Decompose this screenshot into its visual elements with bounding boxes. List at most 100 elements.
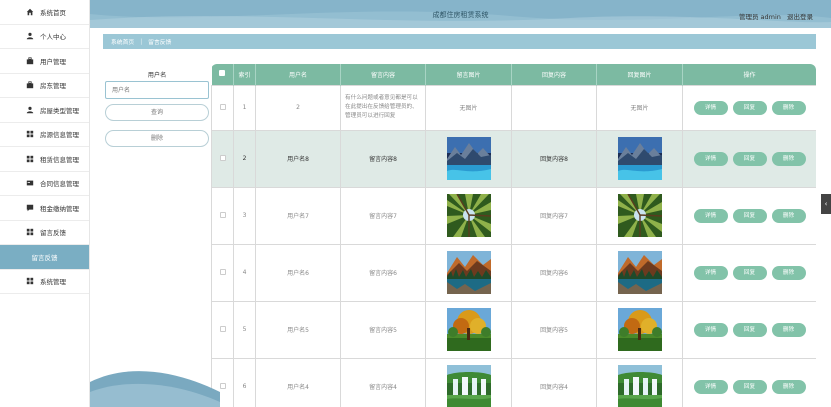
row-checkbox[interactable] — [219, 268, 226, 275]
row-checkbox[interactable] — [219, 382, 226, 389]
reply-button[interactable]: 回复 — [732, 100, 767, 115]
message-image[interactable] — [446, 137, 491, 180]
column-header: 索引 — [233, 64, 256, 85]
reply-button[interactable]: 回复 — [732, 151, 767, 166]
sidebar-item-3[interactable]: 房东管理 — [0, 74, 89, 98]
detail-button[interactable]: 详情 — [693, 265, 728, 280]
card-icon — [26, 179, 34, 187]
reply-button[interactable]: 回复 — [732, 208, 767, 223]
logout-link[interactable]: 退出登录 — [787, 13, 813, 21]
message-image-cell — [425, 300, 512, 359]
sidebar-item-8[interactable]: 租金缴纳管理 — [0, 196, 89, 221]
actions-cell: 详情 回复 删除 — [682, 243, 816, 302]
row-select-cell[interactable] — [211, 243, 234, 302]
reply-image[interactable] — [617, 308, 662, 351]
breadcrumb-current: 留言反馈 — [148, 40, 172, 46]
sidebar-item-11[interactable]: 系统管理 — [0, 270, 89, 294]
sidebar-item-6[interactable]: 租赁信息管理 — [0, 147, 89, 172]
sidebar-item-0[interactable]: 系统首页 — [0, 0, 89, 25]
sidebar-item-label: 系统管理 — [40, 278, 66, 287]
row-select-cell[interactable] — [211, 84, 234, 131]
sidebar-item-10[interactable]: 留言反馈 — [0, 245, 89, 270]
actions-cell: 详情 回复 删除 — [682, 357, 816, 407]
delete-button[interactable]: 删除 — [771, 379, 806, 394]
index-cell: 2 — [233, 129, 256, 188]
grid-icon — [26, 130, 34, 138]
user-icon — [26, 106, 34, 114]
app-title: 成都住房租赁系统 — [432, 11, 489, 19]
table-row[interactable]: 4 用户名6 留言内容6 回复内容6 详情 回复 删除 — [211, 243, 816, 302]
breadcrumb-separator: | — [140, 38, 143, 45]
username-search-input[interactable] — [105, 81, 209, 99]
search-button[interactable]: 查询 — [105, 104, 209, 121]
delete-button[interactable]: 删除 — [771, 151, 806, 166]
content-cell: 留言内容6 — [340, 243, 426, 302]
row-checkbox[interactable] — [219, 154, 226, 161]
table-row[interactable]: 5 用户名5 留言内容5 回复内容5 详情 回复 删除 — [211, 300, 816, 359]
message-image[interactable] — [446, 194, 491, 237]
row-checkbox[interactable] — [219, 103, 226, 110]
table-row[interactable]: 2 用户名8 留言内容8 回复内容8 详情 回复 删除 — [211, 129, 816, 188]
message-image[interactable] — [446, 308, 491, 351]
breadcrumb-home[interactable]: 系统首页 — [111, 37, 134, 46]
column-header: 回复内容 — [511, 64, 597, 85]
content-cell: 留言内容7 — [340, 186, 426, 245]
row-checkbox[interactable] — [219, 211, 226, 218]
delete-button[interactable]: 删除 — [771, 208, 806, 223]
detail-button[interactable]: 详情 — [693, 208, 728, 223]
row-checkbox[interactable] — [219, 325, 226, 332]
message-image[interactable] — [446, 365, 491, 407]
delete-button[interactable]: 删除 — [771, 265, 806, 280]
sidebar-item-1[interactable]: 个人中心 — [0, 25, 89, 49]
reply-image[interactable] — [617, 365, 662, 407]
sidebar-item-5[interactable]: 房源信息管理 — [0, 123, 89, 147]
batch-delete-button[interactable]: 删除 — [105, 130, 209, 147]
reply-button[interactable]: 回复 — [732, 379, 767, 394]
feedback-table: 索引 用户名 留言内容 留言图片 回复内容 回复图片 操作 1 2 有什么问题或者意见都是可以在… — [211, 64, 816, 407]
reply-image-cell — [596, 300, 683, 359]
sidebar-item-label: 留言反馈 — [31, 253, 58, 262]
sidebar-item-9[interactable]: 留言反馈 — [0, 221, 89, 245]
actions-cell: 详情 回复 删除 — [682, 186, 816, 245]
table-row[interactable]: 3 用户名7 留言内容7 回复内容7 详情 回复 删除 — [211, 186, 816, 245]
table-header-row: 索引 用户名 留言内容 留言图片 回复内容 回复图片 操作 — [211, 64, 816, 85]
column-header: 留言内容 — [340, 64, 426, 85]
grid-icon — [26, 277, 34, 285]
top-header: 成都住房租赁系统 管理员 admin 退出登录 — [90, 0, 831, 28]
bottom-wave-decoration — [90, 371, 220, 407]
detail-button[interactable]: 详情 — [693, 151, 728, 166]
sidebar-item-2[interactable]: 用户管理 — [0, 49, 89, 74]
content-cell: 有什么问题或者意见都是可以在此提出在反馈给管理员的、管理员可以进行回复 — [340, 84, 426, 131]
column-header: 留言图片 — [425, 64, 512, 85]
detail-button[interactable]: 详情 — [693, 379, 728, 394]
actions-cell: 详情 回复 删除 — [682, 300, 816, 359]
no-image-text: 无图片 — [630, 105, 649, 112]
message-image[interactable] — [446, 251, 491, 294]
row-select-cell[interactable] — [211, 186, 234, 245]
reply-cell: 回复内容5 — [511, 300, 597, 359]
reply-button[interactable]: 回复 — [732, 322, 767, 337]
sidebar-item-label: 合同信息管理 — [40, 180, 79, 189]
delete-button[interactable]: 删除 — [771, 100, 806, 115]
table-row[interactable]: 6 用户名4 留言内容4 回复内容4 详情 回复 删除 — [211, 357, 816, 407]
select-all-header[interactable] — [211, 64, 234, 85]
sidebar-item-4[interactable]: 房屋类型管理 — [0, 98, 89, 123]
detail-button[interactable]: 详情 — [693, 322, 728, 337]
detail-button[interactable]: 详情 — [693, 100, 728, 115]
reply-image[interactable] — [617, 137, 662, 180]
side-collapse-handle[interactable]: ‹ — [821, 194, 831, 214]
reply-image[interactable] — [617, 194, 662, 237]
message-image-cell — [425, 129, 512, 188]
username-cell: 用户名7 — [255, 186, 341, 245]
row-select-cell[interactable] — [211, 129, 234, 188]
delete-button[interactable]: 删除 — [771, 322, 806, 337]
reply-cell: 回复内容6 — [511, 243, 597, 302]
select-all-checkbox[interactable] — [219, 70, 226, 77]
reply-cell: 回复内容4 — [511, 357, 597, 407]
row-select-cell[interactable] — [211, 300, 234, 359]
reply-button[interactable]: 回复 — [732, 265, 767, 280]
comment-icon — [26, 204, 34, 212]
table-row[interactable]: 1 2 有什么问题或者意见都是可以在此提出在反馈给管理员的、管理员可以进行回复 无图片… — [211, 84, 816, 131]
sidebar-item-7[interactable]: 合同信息管理 — [0, 172, 89, 196]
reply-image[interactable] — [617, 251, 662, 294]
